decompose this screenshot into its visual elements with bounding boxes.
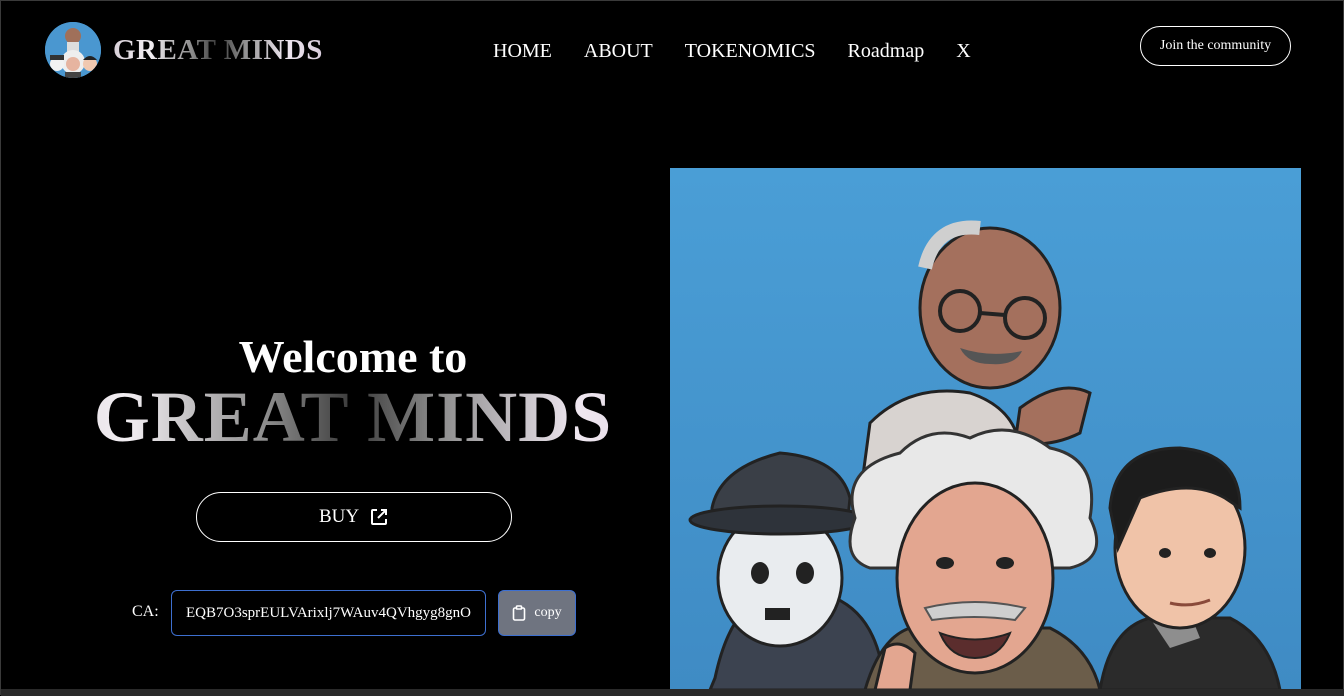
join-community-button[interactable]: Join the community: [1140, 26, 1291, 66]
nav-roadmap[interactable]: Roadmap: [848, 39, 925, 63]
logo-text: GREAT MINDS: [113, 33, 323, 66]
nav-about[interactable]: ABOUT: [584, 39, 653, 63]
logo-avatar-icon: [45, 22, 101, 78]
main-nav: HOME ABOUT TOKENOMICS Roadmap X: [493, 39, 971, 63]
hero-illustration: [670, 168, 1301, 690]
welcome-heading: Welcome to: [238, 331, 468, 382]
contract-address-field[interactable]: [171, 590, 486, 636]
hero-title: GREAT MINDS: [1, 381, 705, 453]
buy-label: BUY: [318, 506, 360, 527]
external-link-icon: [369, 507, 389, 527]
nav-x[interactable]: X: [956, 39, 970, 63]
contract-address-label: CA:: [132, 603, 159, 620]
nav-tokenomics[interactable]: TOKENOMICS: [685, 39, 816, 63]
clipboard-icon: [512, 605, 526, 621]
nav-home[interactable]: HOME: [493, 39, 552, 63]
copy-label: copy: [534, 605, 562, 620]
logo[interactable]: GREAT MINDS: [45, 22, 323, 78]
copy-button[interactable]: copy: [498, 590, 576, 636]
figure-white-hair: [848, 428, 1102, 690]
buy-button[interactable]: BUY: [196, 492, 512, 542]
